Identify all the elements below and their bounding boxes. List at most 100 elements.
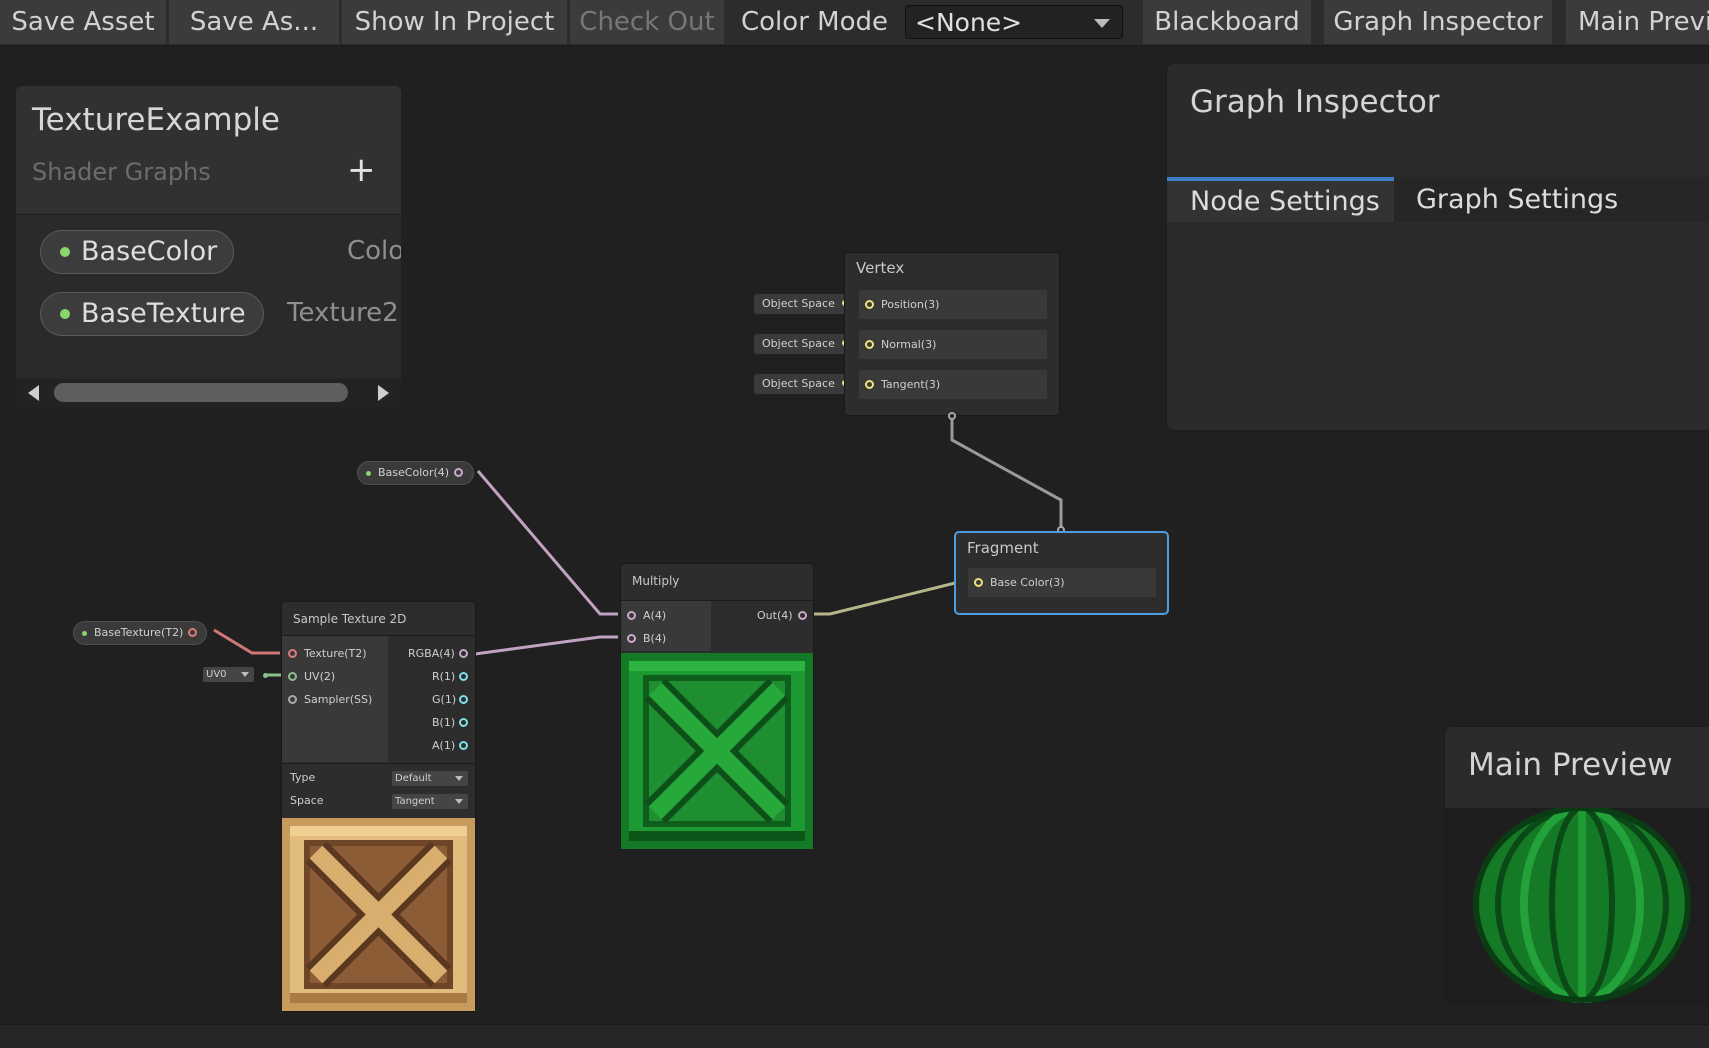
output-port-icon[interactable] xyxy=(454,468,463,477)
sample-output-r: R(1) xyxy=(432,670,456,683)
multiply-preview-image xyxy=(621,653,813,849)
uv-channel-value: UV0 xyxy=(206,669,227,680)
multiply-input-a: A(4) xyxy=(643,609,667,622)
vertex-node-title: Vertex xyxy=(856,259,905,277)
input-port-icon[interactable] xyxy=(865,380,874,389)
vertex-slot-tangent[interactable]: Tangent(3) xyxy=(859,370,1047,399)
slot-label: Base Color(3) xyxy=(990,576,1065,589)
wire-vertex-to-fragment xyxy=(950,416,1063,531)
property-type: Texture2D xyxy=(287,298,401,328)
vertex-tangent-space[interactable]: Object Space xyxy=(754,374,850,394)
input-port-icon[interactable] xyxy=(627,611,636,620)
input-port-icon[interactable] xyxy=(627,634,636,643)
multiply-node-title: Multiply xyxy=(632,574,680,588)
property-node-label: BaseColor(4) xyxy=(378,466,450,479)
tab-node-settings[interactable]: Node Settings xyxy=(1167,177,1394,222)
slot-label: Tangent(3) xyxy=(881,378,941,391)
property-dot-icon xyxy=(60,247,70,257)
main-preview-title: Main Preview xyxy=(1468,747,1673,783)
sample-output-b: B(1) xyxy=(432,716,456,729)
vertex-position-space[interactable]: Object Space xyxy=(754,294,850,314)
output-port-icon[interactable] xyxy=(459,695,468,704)
wire-rgba-to-multiply xyxy=(474,635,618,656)
property-dot-icon xyxy=(366,471,371,476)
output-port-icon[interactable] xyxy=(459,672,468,681)
basetexture-property-node[interactable]: BaseTexture(T2) xyxy=(73,621,207,645)
sample-input-sampler: Sampler(SS) xyxy=(304,693,373,706)
blackboard-subtitle: Shader Graphs xyxy=(32,158,211,186)
graph-inspector-panel: Graph Inspector Node Settings Graph Sett… xyxy=(1166,63,1709,431)
output-port-icon[interactable] xyxy=(798,611,807,620)
chevron-down-icon xyxy=(241,672,249,677)
input-port-icon[interactable] xyxy=(288,695,297,704)
space-dropdown[interactable]: Tangent xyxy=(392,794,468,809)
vertex-fragment-link-icon xyxy=(948,412,956,420)
scroll-right-icon[interactable] xyxy=(378,385,389,401)
property-type: Color xyxy=(347,236,401,266)
slot-label: Normal(3) xyxy=(881,338,937,351)
blackboard-title: TextureExample xyxy=(32,102,280,138)
space-value: Tangent xyxy=(395,796,435,807)
input-port-icon[interactable] xyxy=(865,340,874,349)
multiply-output: Out(4) xyxy=(757,609,793,622)
output-port-icon[interactable] xyxy=(459,718,468,727)
type-label: Type xyxy=(290,771,316,784)
wire-texture-to-sample xyxy=(213,628,280,655)
property-basecolor[interactable]: BaseColor xyxy=(40,230,234,274)
chevron-down-icon xyxy=(455,799,463,804)
main-preview-panel: Main Preview xyxy=(1444,726,1709,1004)
sample-output-rgba: RGBA(4) xyxy=(408,647,455,660)
blackboard-header: TextureExample Shader Graphs + xyxy=(16,86,401,215)
chevron-down-icon xyxy=(455,776,463,781)
sample-input-texture: Texture(T2) xyxy=(304,647,367,660)
uv-channel-dropdown[interactable]: UV0 xyxy=(203,667,254,682)
slot-label: Position(3) xyxy=(881,298,940,311)
add-property-button[interactable]: + xyxy=(347,152,376,188)
property-node-label: BaseTexture(T2) xyxy=(94,626,184,639)
preview-sphere-image xyxy=(1473,808,1691,1003)
vertex-normal-space[interactable]: Object Space xyxy=(754,334,850,354)
main-preview-viewport[interactable] xyxy=(1445,808,1709,1003)
fragment-node[interactable]: Fragment Base Color(3) xyxy=(954,531,1169,615)
graph-inspector-title: Graph Inspector xyxy=(1190,84,1440,120)
property-dot-icon xyxy=(82,631,87,636)
wire-multiply-to-fragment xyxy=(812,581,965,616)
vertex-slot-normal[interactable]: Normal(3) xyxy=(859,330,1047,359)
type-value: Default xyxy=(395,773,432,784)
blackboard-panel: TextureExample Shader Graphs + BaseColor… xyxy=(16,86,401,407)
sample-input-uv: UV(2) xyxy=(304,670,336,683)
basecolor-property-node[interactable]: BaseColor(4) xyxy=(357,461,474,485)
tab-graph-settings[interactable]: Graph Settings xyxy=(1394,177,1709,222)
sample-texture-node-title: Sample Texture 2D xyxy=(293,612,407,626)
sample-output-a: A(1) xyxy=(432,739,456,752)
status-bar xyxy=(0,1024,1709,1048)
type-dropdown[interactable]: Default xyxy=(392,771,468,786)
sample-texture-2d-node[interactable]: Sample Texture 2D Texture(T2) UV(2) Samp… xyxy=(281,601,476,1012)
scrollbar-thumb[interactable] xyxy=(54,383,348,402)
input-port-icon[interactable] xyxy=(288,672,297,681)
multiply-input-b: B(4) xyxy=(643,632,667,645)
multiply-node[interactable]: Multiply A(4) B(4) Out(4) xyxy=(620,563,814,849)
output-port-icon[interactable] xyxy=(459,649,468,658)
blackboard-horizontal-scrollbar[interactable] xyxy=(16,378,401,407)
input-port-icon[interactable] xyxy=(288,649,297,658)
property-name: BaseTexture xyxy=(81,298,246,329)
input-port-icon[interactable] xyxy=(865,300,874,309)
inspector-tabs: Node Settings Graph Settings xyxy=(1167,177,1709,222)
fragment-node-title: Fragment xyxy=(967,539,1039,557)
wire-basecolor-to-multiply xyxy=(476,470,618,616)
fragment-slot-base-color[interactable]: Base Color(3) xyxy=(968,568,1156,597)
space-label: Space xyxy=(290,794,324,807)
output-port-icon[interactable] xyxy=(188,628,197,637)
property-basetexture[interactable]: BaseTexture xyxy=(40,292,264,336)
sample-texture-preview-image xyxy=(282,818,475,1011)
uv-port-icon xyxy=(263,673,268,678)
output-port-icon[interactable] xyxy=(459,741,468,750)
input-port-icon[interactable] xyxy=(974,578,983,587)
vertex-node[interactable]: Vertex Position(3) Normal(3) Tangent(3) xyxy=(844,252,1060,416)
vertex-slot-position[interactable]: Position(3) xyxy=(859,290,1047,319)
sample-output-g: G(1) xyxy=(432,693,457,706)
property-name: BaseColor xyxy=(81,236,218,267)
scroll-left-icon[interactable] xyxy=(28,385,39,401)
property-dot-icon xyxy=(60,309,70,319)
